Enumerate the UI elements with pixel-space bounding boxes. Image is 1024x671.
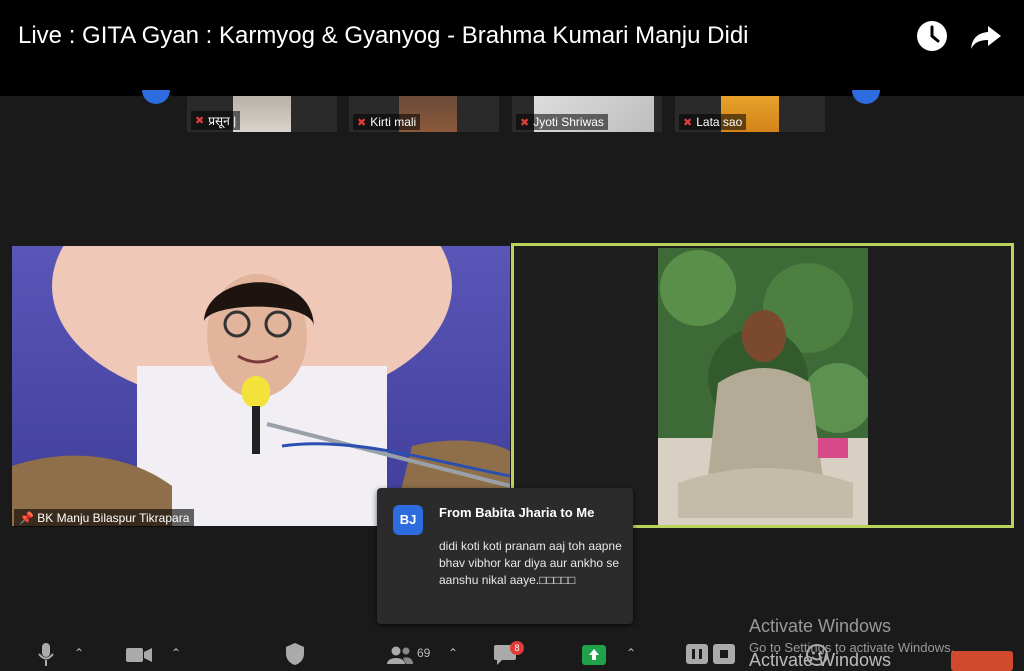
microphone-icon[interactable] [38,643,54,667]
participant-thumbnail[interactable]: ✖ Kirti mali [349,96,499,132]
stop-icon[interactable] [713,644,735,664]
chat-sender: From Babita Jharia to Me [439,505,595,520]
chevron-up-icon[interactable]: ⌃ [74,646,84,660]
participant-name: ✖ Lata sao [679,114,747,130]
mic-muted-icon: ✖ [683,116,693,129]
chat-message: didi koti koti pranam aaj toh aapne bhav… [439,539,622,587]
reactions-icon[interactable] [806,644,828,666]
chat-notification[interactable]: BJ From Babita Jharia to Me didi koti ko… [377,488,633,624]
chevron-up-icon[interactable]: ⌃ [448,646,458,660]
participant-name: ✖ प्रसून | [191,111,241,130]
active-speaker-video[interactable] [511,243,1014,528]
pause-icon[interactable] [686,644,708,664]
participant-thumbnail[interactable]: ✖ Jyoti Shriwas [512,96,662,132]
chat-unread-badge: 8 [510,641,524,655]
scroll-right-icon[interactable] [852,90,880,104]
channel-logo-icon [951,651,1013,671]
participant-photo [233,96,291,132]
video-title[interactable]: Live : GITA Gyan : Karmyog & Gyanyog - B… [18,22,749,50]
camera-feed-image [658,248,868,525]
share-screen-icon[interactable] [582,645,606,665]
share-arrow-icon[interactable] [968,18,1004,54]
participants-count: 69 [417,646,431,660]
participant-name: ✖ Jyoti Shriwas [516,114,608,130]
speaker-video[interactable] [12,246,510,526]
video-title-bar: Live : GITA Gyan : Karmyog & Gyanyog - B… [0,0,1024,96]
pin-icon: 📌 [19,511,34,525]
mic-muted-icon: ✖ [357,116,367,129]
speaker-video-image [12,246,510,526]
shield-icon[interactable] [286,643,304,665]
camera-feed [658,248,868,525]
chevron-up-icon[interactable]: ⌃ [171,646,181,660]
chevron-up-icon[interactable]: ⌃ [626,646,636,660]
mic-muted-icon: ✖ [195,115,205,127]
activate-windows-title: Activate Windows [749,616,892,636]
participants-icon[interactable] [387,646,413,664]
mic-muted-icon: ✖ [520,116,530,129]
participant-name: ✖ Kirti mali [353,114,421,130]
video-camera-icon[interactable] [126,647,152,663]
clock-icon[interactable] [914,18,950,54]
avatar: BJ [393,505,423,535]
scroll-left-icon[interactable] [142,90,170,104]
participant-thumbnail[interactable]: ✖ Lata sao [675,96,825,132]
speaker-name-label: 📌 BK Manju Bilaspur Tikrapara [14,509,195,527]
participant-thumbnail[interactable]: ✖ प्रसून | [187,96,337,132]
